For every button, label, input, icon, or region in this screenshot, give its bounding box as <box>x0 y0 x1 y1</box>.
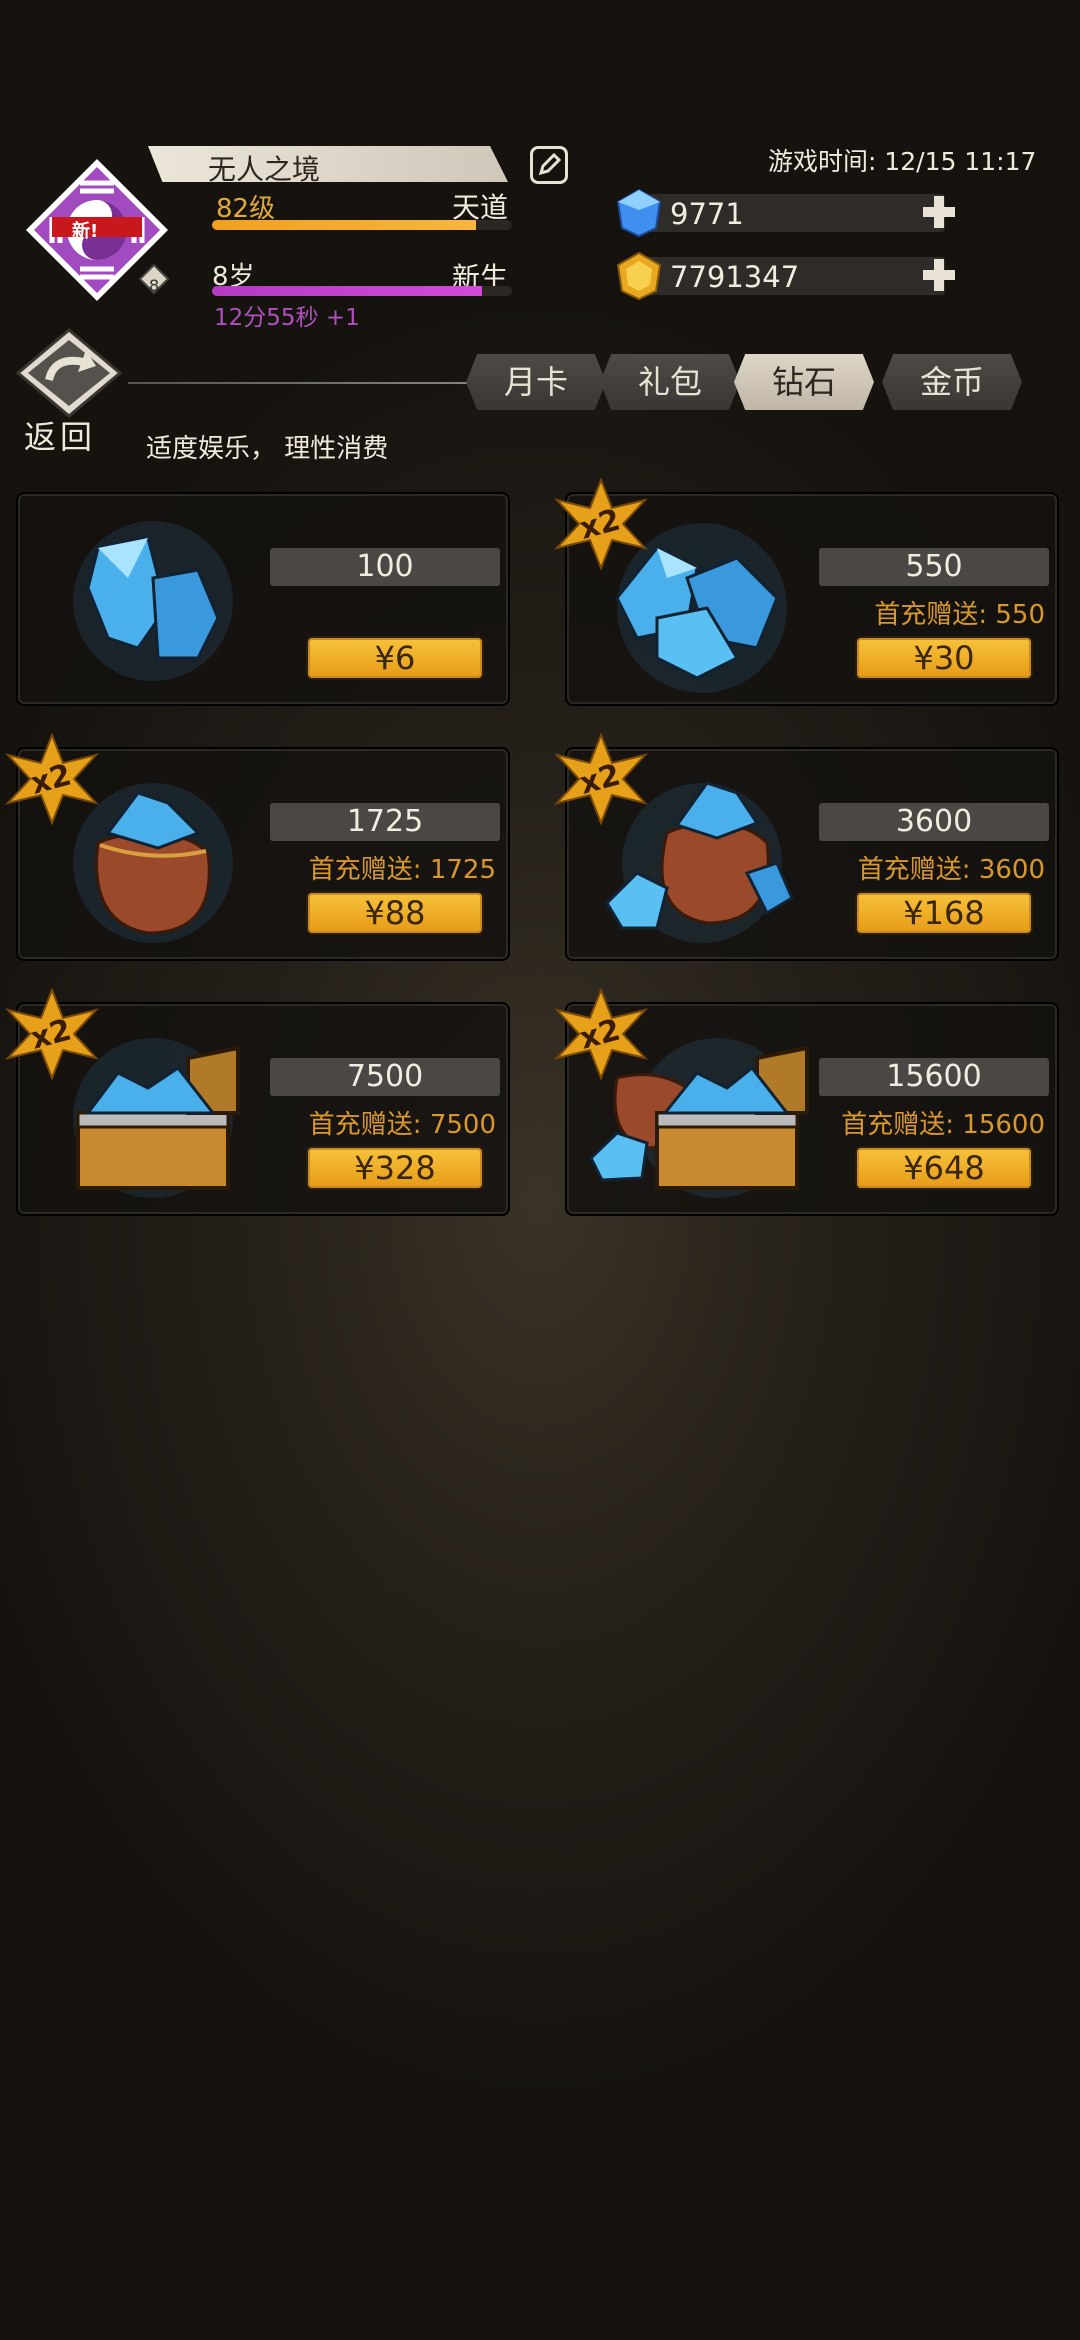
first-purchase-bonus: 首充赠送: 15600 <box>841 1110 1045 1140</box>
product-card[interactable]: x2 1725 首充赠送: 1725 ¥88 <box>5 733 510 961</box>
tab-diamond[interactable]: 钻石 <box>734 354 874 410</box>
back-arrow-icon <box>15 328 123 418</box>
diamond-amount-label: 100 <box>270 548 500 586</box>
double-bonus-badge: x2 <box>554 478 648 570</box>
first-purchase-bonus: 首充赠送: 550 <box>874 600 1045 630</box>
add-diamond-button[interactable] <box>921 194 957 230</box>
product-card[interactable]: x2 15600 首充赠送: 15600 ¥648 <box>554 988 1059 1216</box>
game-time: 游戏时间: 12/15 11:17 <box>768 147 1037 176</box>
product-card[interactable]: x2 3600 首充赠送: 3600 ¥168 <box>554 733 1059 961</box>
diamond-amount-label: 1725 <box>270 803 500 841</box>
double-bonus-badge: x2 <box>554 988 648 1080</box>
buy-button[interactable]: ¥328 <box>306 1146 484 1190</box>
diamond-amount-label: 7500 <box>270 1058 500 1096</box>
diamond-icon <box>616 188 662 238</box>
name-plate <box>148 146 508 182</box>
double-bonus-badge: x2 <box>5 988 99 1080</box>
emblem-level: 8 <box>149 276 160 295</box>
double-bonus-badge: x2 <box>554 733 648 825</box>
emblem-badge: 新! <box>72 221 99 242</box>
pencil-icon <box>538 153 561 176</box>
level-progress-bar <box>212 220 512 230</box>
tab-gold[interactable]: 金币 <box>882 354 1022 410</box>
product-card[interactable]: x2 7500 首充赠送: 7500 ¥328 <box>5 988 510 1216</box>
diamond-amount-label: 15600 <box>819 1058 1049 1096</box>
buy-button[interactable]: ¥648 <box>855 1146 1033 1190</box>
first-purchase-bonus: 首充赠送: 1725 <box>308 855 496 885</box>
buy-button[interactable]: ¥6 <box>306 636 484 680</box>
buy-button[interactable]: ¥30 <box>855 636 1033 680</box>
product-card[interactable]: x2 550 首充赠送: 550 ¥30 <box>554 478 1059 706</box>
gold-counter: 7791347 <box>616 251 955 301</box>
diamond-counter: 9771 <box>616 188 955 238</box>
tab-gift-pack[interactable]: 礼包 <box>600 354 740 410</box>
age-progress-bar <box>212 286 512 296</box>
diamond-amount-label: 3600 <box>819 803 1049 841</box>
divider <box>128 382 498 384</box>
double-bonus-badge: x2 <box>5 733 99 825</box>
spending-notice: 适度娱乐， 理性消费 <box>146 434 389 464</box>
add-gold-button[interactable] <box>921 257 957 293</box>
gold-icon <box>616 251 662 301</box>
buy-button[interactable]: ¥168 <box>855 891 1033 935</box>
back-label: 返回 <box>24 418 97 456</box>
player-emblem[interactable]: 新! 8 <box>22 155 172 305</box>
buy-button[interactable]: ¥88 <box>306 891 484 935</box>
first-purchase-bonus: 首充赠送: 7500 <box>308 1110 496 1140</box>
product-card[interactable]: 100 ¥6 <box>16 492 510 706</box>
regen-timer: 12分55秒 +1 <box>214 305 360 331</box>
crystals-small-icon <box>73 521 233 681</box>
tab-monthly-card[interactable]: 月卡 <box>466 354 606 410</box>
diamond-amount-label: 550 <box>819 548 1049 586</box>
gold-amount: 7791347 <box>670 260 800 294</box>
player-name: 无人之境 <box>208 153 321 186</box>
edit-name-button[interactable] <box>530 146 568 184</box>
diamond-amount: 9771 <box>670 197 744 231</box>
first-purchase-bonus: 首充赠送: 3600 <box>857 855 1045 885</box>
